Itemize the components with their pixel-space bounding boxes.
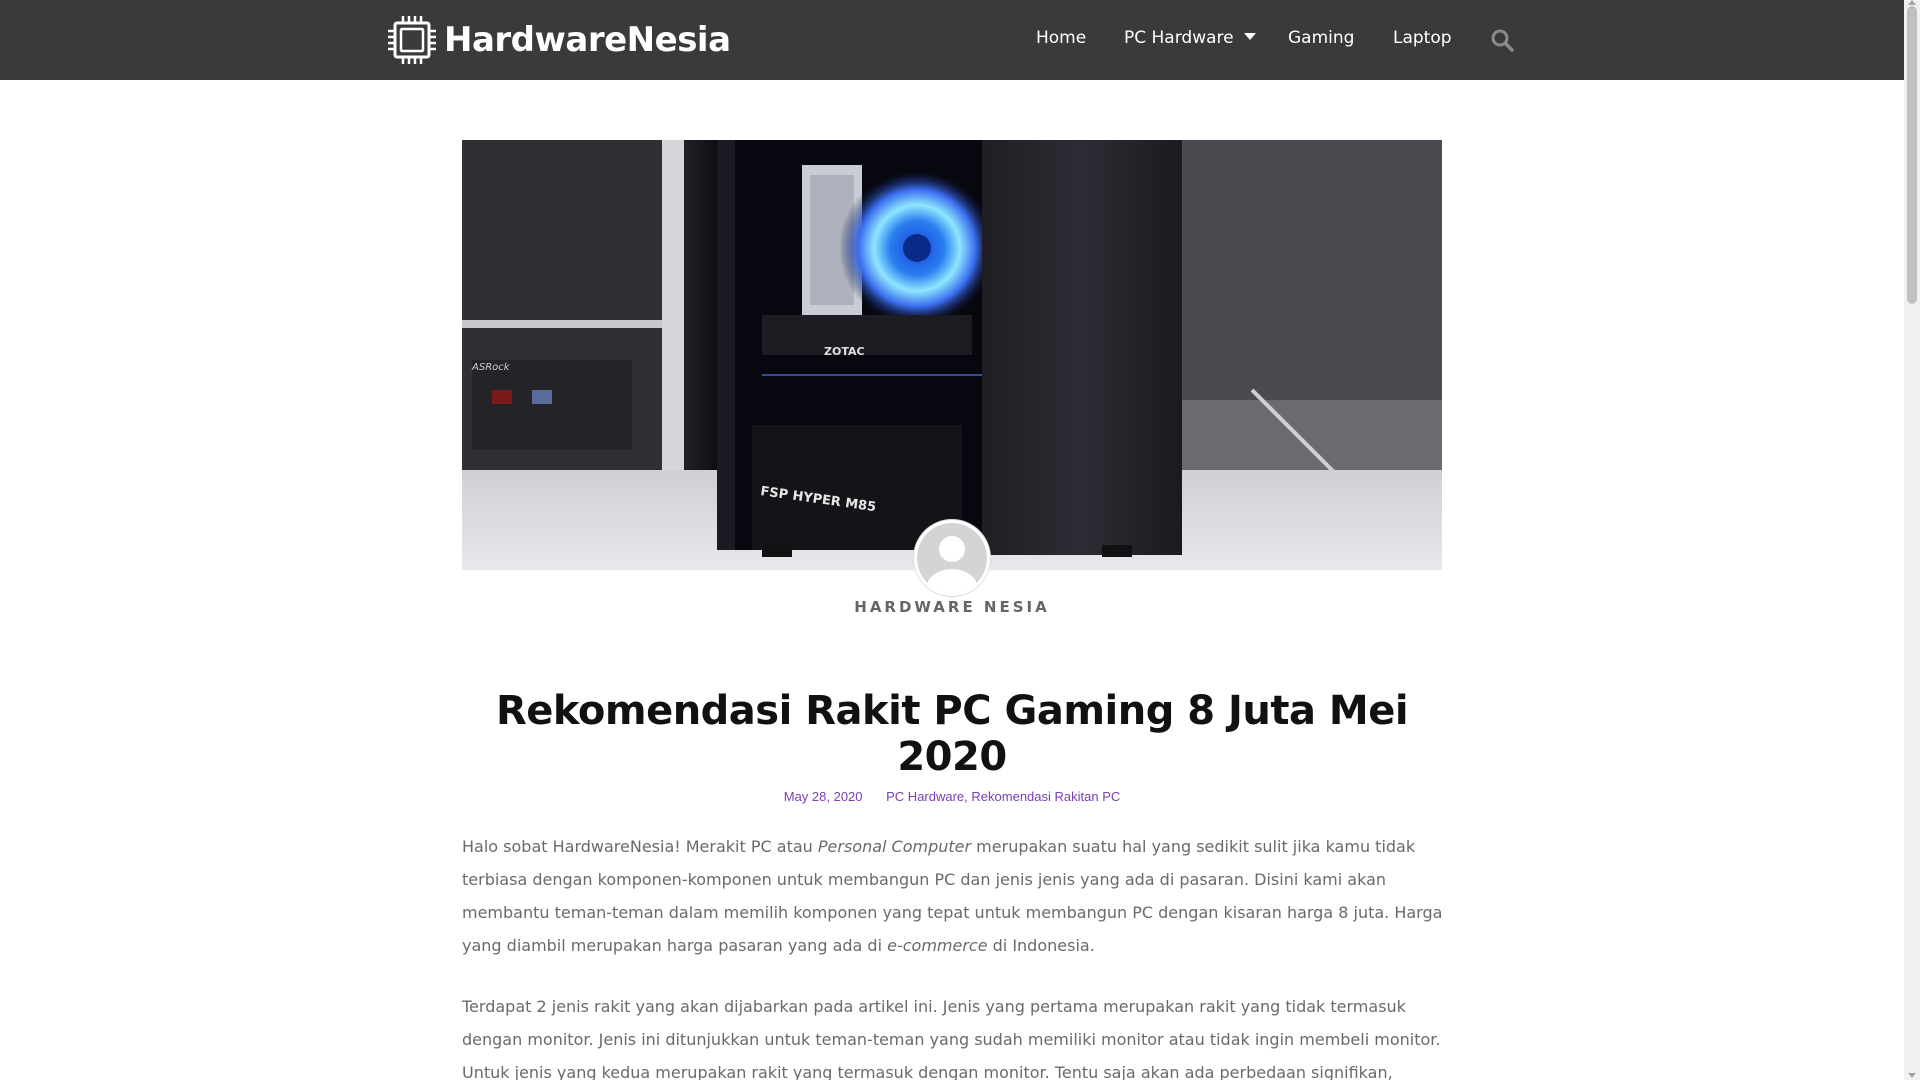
category-link-pc-hardware[interactable]: PC Hardware <box>886 789 964 804</box>
search-icon[interactable] <box>1490 28 1514 52</box>
scroll-down-arrow-icon[interactable] <box>1908 1073 1916 1078</box>
gpu-brand-text: ZOTAC <box>824 345 865 358</box>
user-avatar-icon <box>917 523 987 593</box>
featured-image: ASRock ZOTAC FSP HYPER M85 <box>462 140 1442 570</box>
page-scrollbar[interactable] <box>1904 0 1920 1080</box>
cpu-chip-icon <box>388 16 436 64</box>
site-logo[interactable]: HardwareNesia <box>387 16 731 64</box>
logo-text: HardwareNesia <box>444 20 731 60</box>
p1-text-a: Halo sobat HardwareNesia! Merakit PC ata… <box>462 837 818 856</box>
nav-item-laptop[interactable]: Laptop <box>1393 28 1452 48</box>
scroll-up-arrow-icon[interactable] <box>1908 0 1916 5</box>
scroll-thumb[interactable] <box>1907 6 1917 304</box>
nav-item-gaming[interactable]: Gaming <box>1288 28 1354 48</box>
nav-item-pc-hardware[interactable]: PC Hardware <box>1124 28 1256 48</box>
pc-build-photo: ASRock ZOTAC FSP HYPER M85 <box>462 140 1442 570</box>
article-paragraph-1: Halo sobat HardwareNesia! Merakit PC ata… <box>462 830 1444 962</box>
nav-item-home[interactable]: Home <box>1036 28 1086 48</box>
nav-item-pc-hardware-label: PC Hardware <box>1124 28 1234 48</box>
caret-down-icon <box>1243 32 1256 40</box>
post-meta: May 28, 2020 PC Hardware, Rekomendasi Ra… <box>462 789 1442 804</box>
article-paragraph-2: Terdapat 2 jenis rakit yang akan dijabar… <box>462 997 1441 1080</box>
author-name[interactable]: HARDWARE NESIA <box>462 598 1442 616</box>
post-date[interactable]: May 28, 2020 <box>784 789 863 804</box>
p1-em-a: Personal Computer <box>817 837 972 856</box>
board-brand-text: ASRock <box>471 362 511 373</box>
author-avatar[interactable] <box>914 520 990 596</box>
category-link-rekomendasi[interactable]: Rekomendasi Rakitan PC <box>971 789 1120 804</box>
p1-em-b: e-commerce <box>887 936 988 955</box>
p1-text-c: di Indonesia. <box>987 936 1095 955</box>
post-title: Rekomendasi Rakit PC Gaming 8 Juta Mei 2… <box>495 688 1409 780</box>
site-header: HardwareNesia Home PC Hardware Gaming La… <box>0 0 1904 80</box>
